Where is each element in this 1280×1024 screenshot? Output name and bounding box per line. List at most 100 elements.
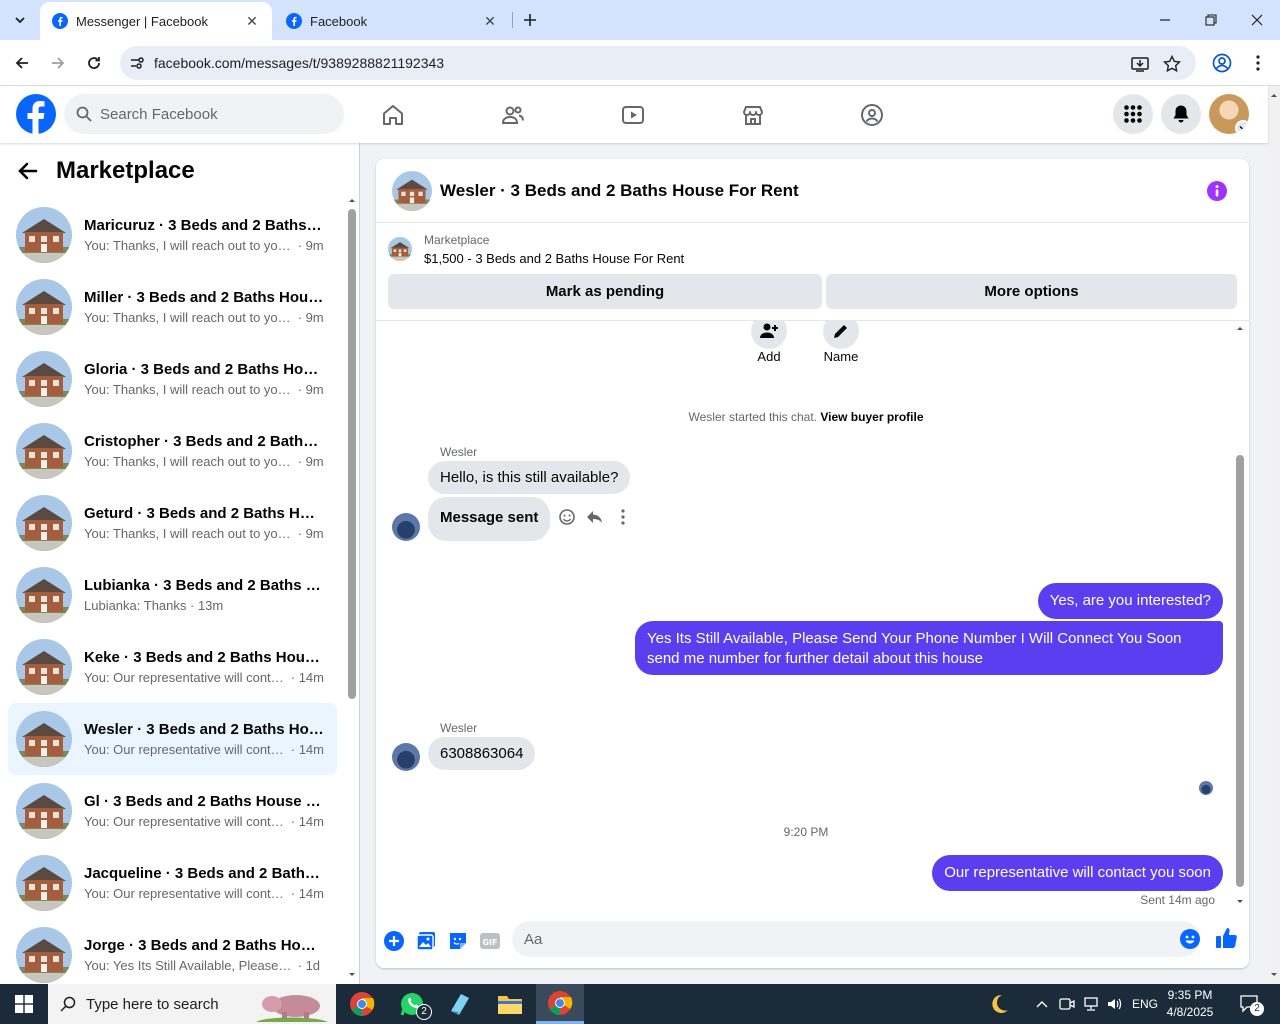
conversation-name: Gloria · 3 Beds and 2 Baths House For Re… xyxy=(84,361,324,378)
incoming-message[interactable]: 6308863064 xyxy=(428,737,536,770)
outgoing-message[interactable]: Yes, are you interested? xyxy=(1037,583,1223,619)
conversation-name: Lubianka · 3 Beds and 2 Baths House For … xyxy=(84,577,324,594)
reload-button[interactable] xyxy=(80,49,108,77)
page-scrollbar[interactable] xyxy=(1268,86,1280,984)
tab-messenger[interactable]: Messenger | Facebook ✕ xyxy=(40,2,272,40)
nav-video[interactable] xyxy=(620,102,646,128)
reply-icon[interactable] xyxy=(586,508,604,526)
gif-icon: GIF xyxy=(480,933,500,949)
message-input[interactable]: Aa xyxy=(512,921,1200,957)
conversation-item[interactable]: Keke · 3 Beds and 2 Baths House For Rent… xyxy=(8,631,337,703)
tab-search-dropdown[interactable] xyxy=(6,6,34,34)
conversation-dot: · xyxy=(294,238,306,253)
scrollbar-thumb[interactable] xyxy=(348,209,356,699)
back-arrow-icon[interactable] xyxy=(18,161,38,181)
nav-friends[interactable] xyxy=(500,102,526,128)
sticker-button[interactable] xyxy=(446,929,470,953)
more-vertical-icon[interactable] xyxy=(620,509,626,525)
taskbar-search-input[interactable]: Type here to search xyxy=(48,984,336,1024)
taskbar-clock[interactable]: 9:35 PM 4/8/2025 xyxy=(1160,987,1220,1021)
facebook-logo-icon[interactable] xyxy=(16,94,56,134)
bookmark-star-icon[interactable] xyxy=(1160,52,1184,76)
tray-meet-now[interactable] xyxy=(1056,984,1078,1024)
listing-thumbnail[interactable] xyxy=(392,171,432,211)
new-tab-button[interactable] xyxy=(518,8,542,32)
conversation-item[interactable]: Gl · 3 Beds and 2 Baths House For Rent Yo… xyxy=(8,775,337,847)
browser-toolbar: facebook.com/messages/t/9389288821192343 xyxy=(0,40,1280,86)
conversation-item[interactable]: Lubianka · 3 Beds and 2 Baths House For … xyxy=(8,559,337,631)
chat-title[interactable]: Wesler · 3 Beds and 2 Baths House For Re… xyxy=(440,181,799,201)
sidebar-scrollbar[interactable] xyxy=(346,195,358,980)
conversation-time: 9m xyxy=(305,454,324,469)
conversation-dot: · xyxy=(287,886,299,901)
address-bar[interactable]: facebook.com/messages/t/9389288821192343 xyxy=(120,46,1196,80)
minimize-button[interactable] xyxy=(1142,0,1188,40)
start-button[interactable] xyxy=(0,984,48,1024)
conversation-name: Geturd · 3 Beds and 2 Baths House For Re… xyxy=(84,505,324,522)
more-options-button[interactable]: More options xyxy=(826,274,1237,309)
back-button[interactable] xyxy=(8,49,36,77)
gif-button[interactable]: GIF xyxy=(478,929,502,953)
incoming-message[interactable]: Hello, is this still available? xyxy=(428,461,631,494)
forward-button[interactable] xyxy=(44,49,72,77)
conversation-item[interactable]: Cristopher · 3 Beds and 2 Baths House Fo… xyxy=(8,415,337,487)
chat-scrollbar[interactable] xyxy=(1234,321,1246,907)
conversation-item[interactable]: Geturd · 3 Beds and 2 Baths House For Re… xyxy=(8,487,337,559)
site-info-icon[interactable] xyxy=(120,55,154,71)
conversation-item[interactable]: Miller · 3 Beds and 2 Baths House For Re… xyxy=(8,271,337,343)
tray-language[interactable]: ENG xyxy=(1128,984,1162,1024)
outgoing-message[interactable]: Our representative will contact you soon xyxy=(932,855,1223,891)
close-window-button[interactable] xyxy=(1234,0,1280,40)
view-buyer-profile-link[interactable]: View buyer profile xyxy=(820,410,923,424)
menu-button[interactable] xyxy=(1113,94,1153,134)
edit-name-button[interactable] xyxy=(823,321,859,349)
notifications-button[interactable] xyxy=(1161,94,1201,134)
emoji-icon[interactable] xyxy=(558,508,576,526)
nav-marketplace[interactable] xyxy=(740,102,766,128)
account-avatar[interactable] xyxy=(1209,94,1249,134)
facebook-search-input[interactable]: Search Facebook xyxy=(64,94,344,134)
conversation-item[interactable]: Jorge · 3 Beds and 2 Baths House For Ren… xyxy=(8,919,337,991)
browser-menu-button[interactable] xyxy=(1244,49,1272,77)
close-tab-icon[interactable]: ✕ xyxy=(244,13,260,29)
conversation-item[interactable]: Maricuruz · 3 Beds and 2 Baths House For… xyxy=(8,199,337,271)
conversation-item[interactable]: Gloria · 3 Beds and 2 Baths House For Re… xyxy=(8,343,337,415)
add-people-button[interactable] xyxy=(751,321,787,349)
emoji-react-icon[interactable] xyxy=(558,670,576,688)
windows-taskbar: Type here to search 2 ENG 9:35 PM 4/8/20… xyxy=(0,984,1280,1024)
nav-home[interactable] xyxy=(380,102,406,128)
show-hidden-icons[interactable] xyxy=(1032,984,1052,1024)
attach-photo-button[interactable] xyxy=(414,929,438,953)
emoji-icon[interactable] xyxy=(1180,929,1200,949)
sender-avatar[interactable] xyxy=(392,513,420,541)
taskbar-chrome-1[interactable] xyxy=(338,984,386,1024)
tab-facebook[interactable]: Facebook ✕ xyxy=(274,2,510,40)
sender-avatar[interactable] xyxy=(392,743,420,771)
conversation-item[interactable]: Jacqueline · 3 Beds and 2 Baths House Fo… xyxy=(8,847,337,919)
tray-volume[interactable] xyxy=(1104,984,1126,1024)
install-app-icon[interactable] xyxy=(1128,52,1152,76)
conversation-item[interactable]: Wesler · 3 Beds and 2 Baths House For Re… xyxy=(8,703,337,775)
scrollbar-thumb[interactable] xyxy=(1236,455,1244,887)
weather-widget[interactable] xyxy=(984,984,1014,1024)
close-tab-icon[interactable]: ✕ xyxy=(482,13,498,29)
incoming-message[interactable]: Message sent xyxy=(428,497,551,541)
taskbar-chrome-2[interactable] xyxy=(536,984,584,1024)
outgoing-message[interactable]: Yes Its Still Available, Please Send You… xyxy=(635,621,1223,675)
like-button[interactable] xyxy=(1214,925,1240,951)
message-list: Add Name Wesler started this chat. View … xyxy=(376,321,1249,917)
taskbar-whatsapp[interactable]: 2 xyxy=(388,984,436,1024)
conversation-name: Maricuruz · 3 Beds and 2 Baths House For… xyxy=(84,217,324,234)
taskbar-file-explorer[interactable] xyxy=(486,984,534,1024)
restore-button[interactable] xyxy=(1188,0,1234,40)
mark-as-pending-button[interactable]: Mark as pending xyxy=(388,274,822,309)
more-actions-button[interactable] xyxy=(382,929,406,953)
tray-network[interactable] xyxy=(1080,984,1102,1024)
conversation-thumbnail xyxy=(16,927,72,983)
profile-button[interactable] xyxy=(1208,49,1236,77)
info-icon[interactable] xyxy=(1207,181,1227,201)
listing-card[interactable]: Marketplace $1,500 - 3 Beds and 2 Baths … xyxy=(388,233,684,266)
nav-groups[interactable] xyxy=(859,102,885,128)
taskbar-app-notes[interactable] xyxy=(436,984,484,1024)
notification-center-button[interactable]: 2 xyxy=(1230,984,1270,1024)
